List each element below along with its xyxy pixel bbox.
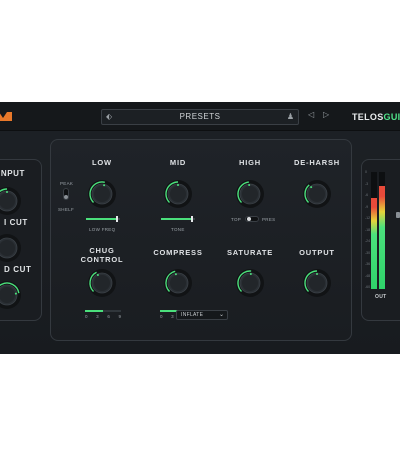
low-mode-switch[interactable] [63,188,69,200]
hi-cut-label: D CUT [4,265,32,274]
slider-fill [161,218,192,220]
option-9[interactable]: 9 [118,314,121,319]
top-bar: ⬖ PRESETS ♟ ◁ ▷ TELOSGUITA [0,102,400,131]
scale-tick: -60 [365,285,371,289]
select-options: 0 3 6 9 [85,314,121,319]
scale-tick: -36 [365,262,371,266]
meter-left [371,172,377,289]
low-knob[interactable] [87,179,117,209]
scale-tick: -30 [365,250,371,255]
slider-thumb[interactable] [116,216,119,222]
scale-tick: -12 [365,216,371,220]
output-fader-thumb[interactable] [396,212,400,218]
saturate-mode-dropdown[interactable]: INFLATE ⌄ [176,310,228,320]
output-knob[interactable] [302,268,332,298]
low-freq-slider[interactable] [86,216,120,222]
toggle-dot [247,217,251,221]
lo-cut-label: I CUT [4,218,28,227]
lo-cut-knob[interactable] [0,233,22,263]
low-label: LOW [92,158,112,167]
option-0[interactable]: 0 [85,314,88,319]
brand-part2: GUITA [383,112,400,122]
peak-label: PEAK [60,181,74,186]
de-harsh-label: DE-HARSH [294,158,340,167]
logo [0,112,12,121]
option-3[interactable]: 3 [171,314,174,319]
top-pres-toggle[interactable] [245,216,259,222]
mid-label: MID [169,158,187,167]
high-label: HIGH [239,158,261,167]
brand-part1: TELOS [352,112,384,122]
switch-dot [64,195,68,199]
tone-slider[interactable] [161,216,195,222]
scale-tick: -24 [365,239,371,243]
option-6[interactable]: 6 [107,314,110,319]
plugin-window: ⬖ PRESETS ♟ ◁ ▷ TELOSGUITA INPUT I CUT D… [0,102,400,354]
low-freq-label: LOW FREQ [89,227,116,232]
chug-line2: CONTROL [80,255,124,264]
select-fill [85,310,103,312]
input-label: INPUT [0,169,25,178]
mid-knob[interactable] [163,179,193,209]
meter-left-fill [371,197,377,289]
scale-tick: -3 [365,181,369,186]
user-icon[interactable]: ♟ [287,112,294,122]
output-meter-panel: OUT 0 -3 -6 -9 -12 -18 -24 -30 -36 -48 -60 [361,159,400,321]
saturate-knob[interactable] [235,268,265,298]
out-label: OUT [375,294,387,300]
saturate-label: SATURATE [226,248,274,257]
meter-right-fill [379,186,385,289]
tone-label: TONE [171,227,185,232]
output-label: OUTPUT [299,248,335,257]
next-preset-button[interactable]: ▷ [323,110,329,119]
high-knob[interactable] [235,179,265,209]
chug-line1: CHUG [89,246,115,255]
input-knob[interactable] [0,186,22,216]
scale-tick: -6 [365,193,369,197]
meter-right [379,172,385,289]
presets-label[interactable]: PRESETS [102,112,298,121]
compress-label: COMPRESS [153,248,203,257]
top-label: TOP [231,217,242,222]
brand-logo: TELOSGUITA [352,112,400,122]
saturate-mode-value: INFLATE [181,312,204,318]
compress-knob[interactable] [163,268,193,298]
prev-preset-button[interactable]: ◁ [308,110,314,119]
shelf-label: SHELF [58,207,75,212]
de-harsh-knob[interactable] [302,179,332,209]
chevron-down-icon: ⌄ [218,312,224,318]
scale-tick: -48 [365,273,371,278]
option-0[interactable]: 0 [160,314,163,319]
pres-label: PRES [262,217,276,222]
chug-control-label: CHUG CONTROL [67,246,137,264]
scale-tick: 0 [365,170,367,174]
option-3[interactable]: 3 [96,314,99,319]
slider-fill [86,218,118,220]
scale-tick: -18 [365,227,371,232]
meter-scale: 0 -3 -6 -9 -12 -18 -24 -30 -36 -48 -60 [365,170,371,290]
presets-bar[interactable]: ⬖ PRESETS ♟ [101,109,299,125]
hi-cut-knob[interactable] [0,280,22,310]
chug-control-knob[interactable] [87,268,117,298]
scale-tick: -9 [365,204,369,209]
chug-mode-select[interactable]: 0 3 6 9 [85,310,121,319]
slider-thumb[interactable] [190,216,193,222]
